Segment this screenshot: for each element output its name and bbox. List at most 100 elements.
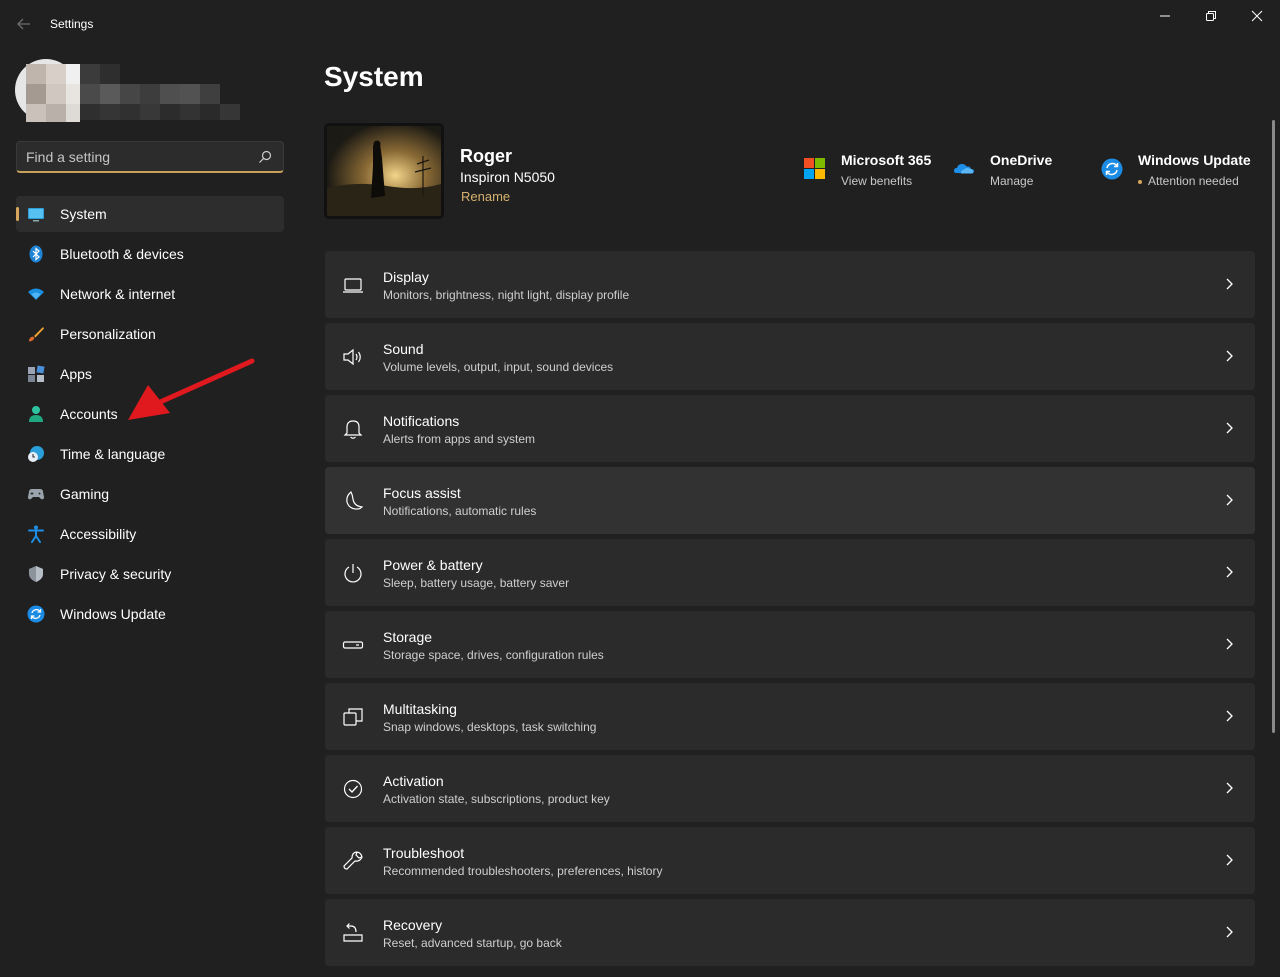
sidebar-item-gaming[interactable]: Gaming xyxy=(16,476,284,512)
chevron-right-icon xyxy=(1226,926,1233,938)
card-title: Recovery xyxy=(383,917,443,933)
quick-link-title: Windows Update xyxy=(1138,152,1251,168)
card-title: Focus assist xyxy=(383,485,461,501)
sidebar-item-label: Accessibility xyxy=(60,526,137,542)
user-profile[interactable] xyxy=(14,56,254,124)
vertical-scrollbar[interactable] xyxy=(1272,120,1275,733)
display-icon xyxy=(343,278,363,293)
card-focus-assist[interactable]: Focus assist Notifications, automatic ru… xyxy=(325,467,1255,534)
device-wallpaper-thumbnail xyxy=(324,123,444,219)
search-box[interactable] xyxy=(16,141,284,173)
sidebar-item-label: Personalization xyxy=(60,326,156,342)
card-troubleshoot[interactable]: Troubleshoot Recommended troubleshooters… xyxy=(325,827,1255,894)
apps-icon xyxy=(28,365,45,382)
card-subtitle: Volume levels, output, input, sound devi… xyxy=(383,360,614,374)
quick-link-title: OneDrive xyxy=(990,152,1053,168)
gamepad-icon xyxy=(28,489,44,500)
settings-cards-list: Display Monitors, brightness, night ligh… xyxy=(325,251,1255,971)
card-title: Power & battery xyxy=(383,557,483,573)
sidebar: System Bluetooth & devices Network & int… xyxy=(0,48,300,977)
bell-icon xyxy=(343,420,363,439)
card-subtitle: Monitors, brightness, night light, displ… xyxy=(383,288,630,302)
onedrive-cloud-icon xyxy=(954,164,974,174)
avatar xyxy=(15,59,240,122)
sidebar-item-label: Network & internet xyxy=(60,286,176,302)
card-power-battery[interactable]: Power & battery Sleep, battery usage, ba… xyxy=(325,539,1255,606)
chevron-right-icon xyxy=(1226,350,1233,362)
card-title: Multitasking xyxy=(383,701,457,717)
wrench-icon xyxy=(343,851,363,870)
windows-update-icon xyxy=(1101,158,1123,180)
card-storage[interactable]: Storage Storage space, drives, configura… xyxy=(325,611,1255,678)
chevron-right-icon xyxy=(1226,494,1233,506)
quick-link-subtitle: Attention needed xyxy=(1138,174,1239,188)
card-subtitle: Alerts from apps and system xyxy=(383,432,536,446)
card-title: Activation xyxy=(383,773,444,789)
card-activation[interactable]: Activation Activation state, subscriptio… xyxy=(325,755,1255,822)
sidebar-item-bluetooth[interactable]: Bluetooth & devices xyxy=(16,236,284,272)
multitasking-icon xyxy=(343,708,363,726)
quick-link-title: Microsoft 365 xyxy=(841,152,932,168)
card-recovery[interactable]: Recovery Reset, advanced startup, go bac… xyxy=(325,899,1255,966)
close-button[interactable] xyxy=(1234,0,1280,32)
wifi-icon xyxy=(28,288,44,300)
page-title: System xyxy=(324,61,424,92)
back-arrow-icon xyxy=(17,18,30,30)
card-title: Display xyxy=(383,269,429,285)
device-name: Roger xyxy=(460,146,513,166)
back-button[interactable] xyxy=(14,14,34,34)
power-icon xyxy=(344,564,362,583)
sidebar-item-label: Accounts xyxy=(60,406,118,422)
sidebar-item-label: Privacy & security xyxy=(60,566,172,582)
brush-icon xyxy=(29,327,44,342)
sidebar-item-network[interactable]: Network & internet xyxy=(16,276,284,312)
quick-link-onedrive[interactable]: OneDrive Manage xyxy=(953,152,1063,192)
shield-icon xyxy=(29,566,43,582)
card-subtitle: Notifications, automatic rules xyxy=(383,504,537,518)
sidebar-item-windows-update[interactable]: Windows Update xyxy=(16,596,284,632)
card-title: Sound xyxy=(383,341,424,357)
quick-link-windows-update[interactable]: Windows Update Attention needed xyxy=(1101,152,1261,192)
sidebar-item-system[interactable]: System xyxy=(16,196,284,232)
annotation-arrow xyxy=(128,358,255,420)
card-multitasking[interactable]: Multitasking Snap windows, desktops, tas… xyxy=(325,683,1255,750)
quick-link-microsoft-365[interactable]: Microsoft 365 View benefits xyxy=(804,152,934,192)
card-subtitle: Recommended troubleshooters, preferences… xyxy=(383,864,663,878)
recovery-icon xyxy=(343,923,363,942)
moon-icon xyxy=(346,491,364,510)
sidebar-item-time-language[interactable]: Time & language xyxy=(16,436,284,472)
rename-link[interactable]: Rename xyxy=(461,189,510,204)
chevron-right-icon xyxy=(1226,422,1233,434)
system-icon xyxy=(28,208,44,222)
check-circle-icon xyxy=(343,779,363,799)
chevron-right-icon xyxy=(1226,566,1233,578)
speaker-icon xyxy=(343,348,361,366)
chevron-right-icon xyxy=(1226,638,1233,650)
sidebar-item-personalization[interactable]: Personalization xyxy=(16,316,284,352)
search-input[interactable] xyxy=(26,147,251,167)
card-subtitle: Storage space, drives, configuration rul… xyxy=(383,648,604,662)
sidebar-item-privacy[interactable]: Privacy & security xyxy=(16,556,284,592)
restore-button[interactable] xyxy=(1188,0,1234,32)
app-title: Settings xyxy=(50,17,94,31)
sidebar-item-label: Gaming xyxy=(60,486,110,502)
bluetooth-icon xyxy=(29,245,43,263)
minimize-button[interactable] xyxy=(1142,0,1188,32)
card-title: Troubleshoot xyxy=(383,845,465,861)
search-icon[interactable] xyxy=(258,150,272,164)
card-display[interactable]: Display Monitors, brightness, night ligh… xyxy=(325,251,1255,318)
card-sound[interactable]: Sound Volume levels, output, input, soun… xyxy=(325,323,1255,390)
quick-link-subtitle: Manage xyxy=(990,174,1034,188)
sidebar-item-label: System xyxy=(60,206,107,222)
sidebar-item-accessibility[interactable]: Accessibility xyxy=(16,516,284,552)
close-icon xyxy=(1251,10,1263,22)
card-subtitle: Activation state, subscriptions, product… xyxy=(383,792,610,806)
chevron-right-icon xyxy=(1226,278,1233,290)
chevron-right-icon xyxy=(1226,854,1233,866)
minimize-icon xyxy=(1160,15,1170,17)
card-subtitle: Snap windows, desktops, task switching xyxy=(383,720,597,734)
card-notifications[interactable]: Notifications Alerts from apps and syste… xyxy=(325,395,1255,462)
attention-dot-icon xyxy=(1138,179,1142,184)
accessibility-icon xyxy=(28,525,44,543)
card-subtitle: Sleep, battery usage, battery saver xyxy=(383,576,570,590)
